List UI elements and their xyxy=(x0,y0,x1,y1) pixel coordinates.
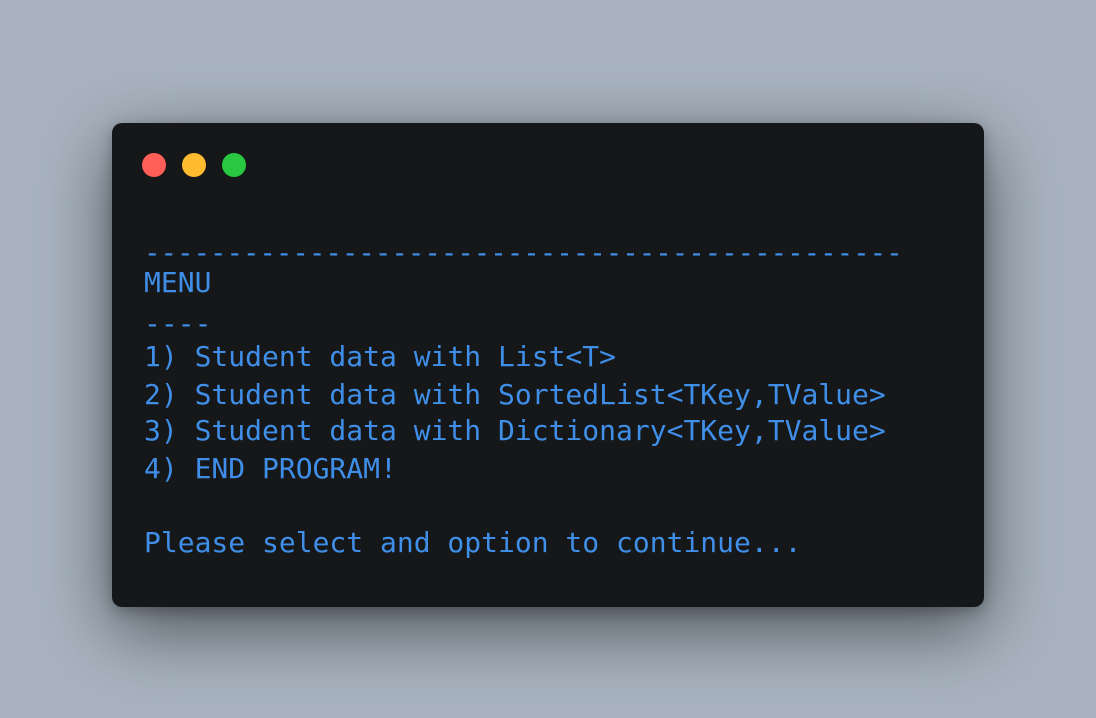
menu-option-3: 3) Student data with Dictionary<TKey,TVa… xyxy=(144,414,886,447)
menu-option-4: 4) END PROGRAM! xyxy=(144,452,397,485)
menu-title: MENU xyxy=(144,266,212,299)
menu-title-underline: ---- xyxy=(144,307,212,340)
menu-option-2: 2) Student data with SortedList<TKey,TVa… xyxy=(144,378,886,411)
maximize-dot-icon[interactable] xyxy=(222,153,246,177)
input-prompt: Please select and option to continue... xyxy=(144,526,802,559)
menu-rule: ----------------------------------------… xyxy=(144,238,903,269)
minimize-dot-icon[interactable] xyxy=(182,153,206,177)
terminal-output: ----------------------------------------… xyxy=(144,234,903,564)
close-dot-icon[interactable] xyxy=(142,153,166,177)
terminal-window: ----------------------------------------… xyxy=(112,123,984,607)
menu-option-1: 1) Student data with List<T> xyxy=(144,340,617,373)
